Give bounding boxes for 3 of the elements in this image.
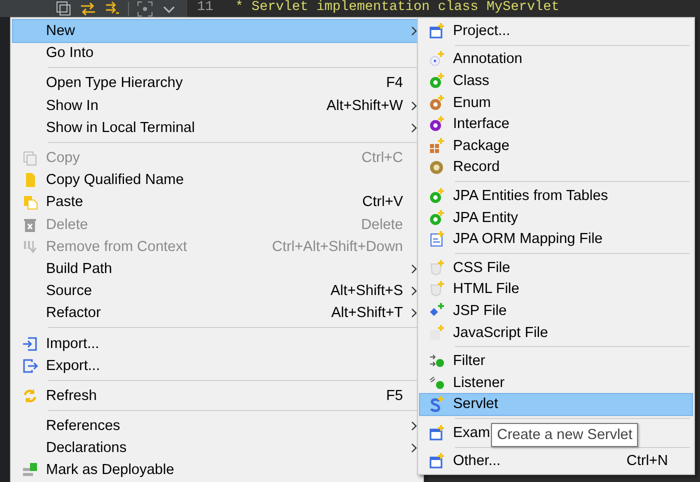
line-number: 11 [197, 0, 214, 16]
tooltip: Create a new Servlet [491, 423, 638, 447]
code-line: * Servlet implementation class MyServlet [234, 0, 560, 16]
